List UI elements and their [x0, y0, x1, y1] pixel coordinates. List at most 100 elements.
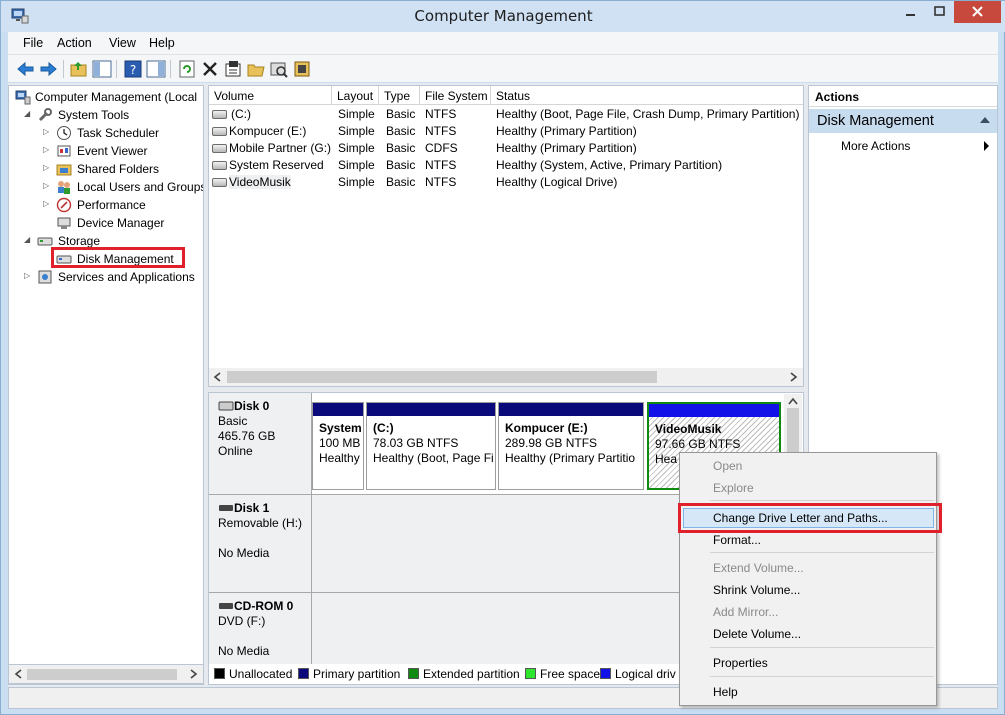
expand-arrow-icon[interactable]: ▷	[43, 163, 51, 172]
cell-status: Healthy (Primary Partition)	[496, 124, 637, 138]
menu-separator	[710, 500, 934, 501]
menu-item-extend-volume[interactable]: Extend Volume...	[713, 561, 804, 575]
local-users-icon	[58, 181, 70, 194]
cdrom-0-state: No Media	[218, 644, 270, 658]
column-header-volume[interactable]: Volume	[209, 86, 332, 105]
collapse-arrow-icon[interactable]: ◢	[24, 109, 32, 118]
menu-item-explore[interactable]: Explore	[713, 481, 754, 495]
actions-header: Actions	[809, 86, 997, 107]
scroll-up-icon[interactable]	[787, 396, 799, 406]
column-header-layout[interactable]: Layout	[332, 86, 379, 105]
highlight-box-change-drive-letter	[678, 503, 942, 533]
menu-view[interactable]: View	[109, 36, 136, 50]
cell-file-system: NTFS	[425, 175, 457, 189]
cell-type: Basic	[386, 124, 416, 138]
cell-type: Basic	[386, 141, 416, 155]
scroll-left-icon[interactable]	[212, 371, 224, 383]
actions-group-label: Disk Management	[817, 113, 934, 129]
delete-icon[interactable]	[200, 59, 220, 79]
legend-swatch	[298, 668, 309, 679]
menu-item-add-mirror[interactable]: Add Mirror...	[713, 605, 778, 619]
menu-file[interactable]: File	[23, 36, 43, 50]
properties-icon[interactable]	[223, 59, 243, 79]
menu-item-properties[interactable]: Properties	[713, 656, 768, 670]
column-header-file-system[interactable]: File System	[420, 86, 491, 105]
legend-label: Free space	[540, 667, 601, 681]
tree-horizontal-scrollbar[interactable]	[8, 664, 204, 684]
show-hide-tree-icon[interactable]	[92, 59, 112, 79]
cell-file-system: NTFS	[425, 107, 457, 121]
table-row[interactable]: (C:) Simple Basic NTFS Healthy (Boot, Pa…	[209, 106, 803, 123]
table-row[interactable]: System Reserved Simple Basic NTFS Health…	[209, 157, 803, 174]
help-icon[interactable]: ?	[123, 59, 143, 79]
menu-action[interactable]: Action	[57, 36, 92, 50]
menu-help[interactable]: Help	[149, 36, 175, 50]
forward-arrow-icon[interactable]	[38, 59, 58, 79]
partition-status: Healthy (Primary Partitio	[505, 451, 636, 465]
collapse-caret-icon[interactable]	[980, 117, 990, 123]
menu-item-format[interactable]: Format...	[713, 533, 761, 547]
back-arrow-icon[interactable]	[16, 59, 36, 79]
legend-item-extended: Extended partition	[408, 667, 520, 681]
legend-item-unallocated: Unallocated	[214, 667, 292, 681]
highlight-box-disk-management	[51, 247, 185, 268]
submenu-arrow-icon[interactable]	[984, 141, 989, 151]
cell-status: Healthy (Primary Partition)	[496, 141, 637, 155]
disk-1-label[interactable]: Disk 1 Removable (H:) No Media	[209, 495, 312, 593]
table-row[interactable]: VideoMusik Simple Basic NTFS Healthy (Lo…	[209, 174, 803, 191]
cell-type: Basic	[386, 175, 416, 189]
partition-size: 97.66 GB NTFS	[655, 437, 741, 451]
partition-size: 78.03 GB NTFS	[373, 436, 459, 450]
menu-item-open[interactable]: Open	[713, 459, 742, 473]
open-icon[interactable]	[246, 59, 266, 79]
expand-arrow-icon[interactable]: ▷	[24, 271, 32, 280]
context-menu: Open Explore Change Drive Letter and Pat…	[679, 452, 937, 706]
column-header-status[interactable]: Status	[491, 86, 803, 105]
disk-view-scroll-thumb[interactable]	[787, 408, 799, 454]
tree-scroll-thumb[interactable]	[27, 669, 177, 680]
expand-arrow-icon[interactable]: ▷	[43, 127, 51, 136]
disk-0-label[interactable]: Disk 0 Basic 465.76 GB Online	[209, 393, 312, 495]
scroll-left-icon[interactable]	[13, 668, 25, 680]
volume-list-scroll-thumb[interactable]	[227, 371, 657, 383]
refresh-icon[interactable]	[177, 59, 197, 79]
legend-label: Unallocated	[229, 667, 293, 681]
computer-management-window: Computer Management File Action View Hel…	[0, 0, 1005, 715]
rescan-icon[interactable]	[269, 59, 289, 79]
close-button[interactable]	[954, 1, 1001, 23]
partition-c[interactable]: (C:) 78.03 GB NTFS Healthy (Boot, Page Fi	[366, 402, 496, 490]
menu-item-shrink-volume[interactable]: Shrink Volume...	[713, 583, 800, 597]
table-row[interactable]: Mobile Partner (G:) Simple Basic CDFS He…	[209, 140, 803, 157]
tree-label-local-users: Local Users and Groups	[77, 180, 204, 194]
expand-arrow-icon[interactable]: ▷	[43, 181, 51, 190]
tree-label-storage: Storage	[58, 234, 101, 248]
collapse-arrow-icon[interactable]: ◢	[24, 235, 32, 244]
cell-type: Basic	[386, 107, 416, 121]
menu-separator	[710, 552, 934, 553]
scroll-right-icon[interactable]	[787, 371, 799, 383]
minimize-button[interactable]	[896, 1, 926, 23]
table-row[interactable]: Kompucer (E:) Simple Basic NTFS Healthy …	[209, 123, 803, 140]
partition-system-reserved[interactable]: System 100 MB Healthy	[312, 402, 364, 490]
actions-group-disk-management[interactable]: Disk Management	[809, 109, 997, 133]
legend-label: Logical driv	[615, 667, 676, 681]
expand-arrow-icon[interactable]: ▷	[43, 199, 51, 208]
partition-size: 100 MB	[319, 436, 361, 450]
show-hide-action-pane-icon[interactable]	[146, 59, 166, 79]
settings-icon[interactable]	[292, 59, 312, 79]
partition-kompucer-e[interactable]: Kompucer (E:) 289.98 GB NTFS Healthy (Prim…	[498, 402, 644, 490]
expand-arrow-icon[interactable]: ▷	[43, 145, 51, 154]
scroll-right-icon[interactable]	[187, 668, 199, 680]
cell-volume: (C:)	[231, 107, 251, 121]
up-folder-icon[interactable]	[69, 59, 89, 79]
removable-disk-icon	[219, 505, 233, 511]
maximize-button[interactable]	[926, 1, 954, 23]
cdrom-0-name: CD-ROM 0	[234, 599, 294, 613]
cdrom-0-label[interactable]: CD-ROM 0 DVD (F:) No Media	[209, 593, 312, 664]
volume-list-horizontal-scrollbar[interactable]	[209, 368, 803, 386]
drive-icon	[212, 127, 227, 136]
menu-item-help[interactable]: Help	[713, 685, 738, 699]
column-header-type[interactable]: Type	[379, 86, 420, 105]
menu-item-delete-volume[interactable]: Delete Volume...	[713, 627, 801, 641]
more-actions-link[interactable]: More Actions	[841, 139, 910, 153]
